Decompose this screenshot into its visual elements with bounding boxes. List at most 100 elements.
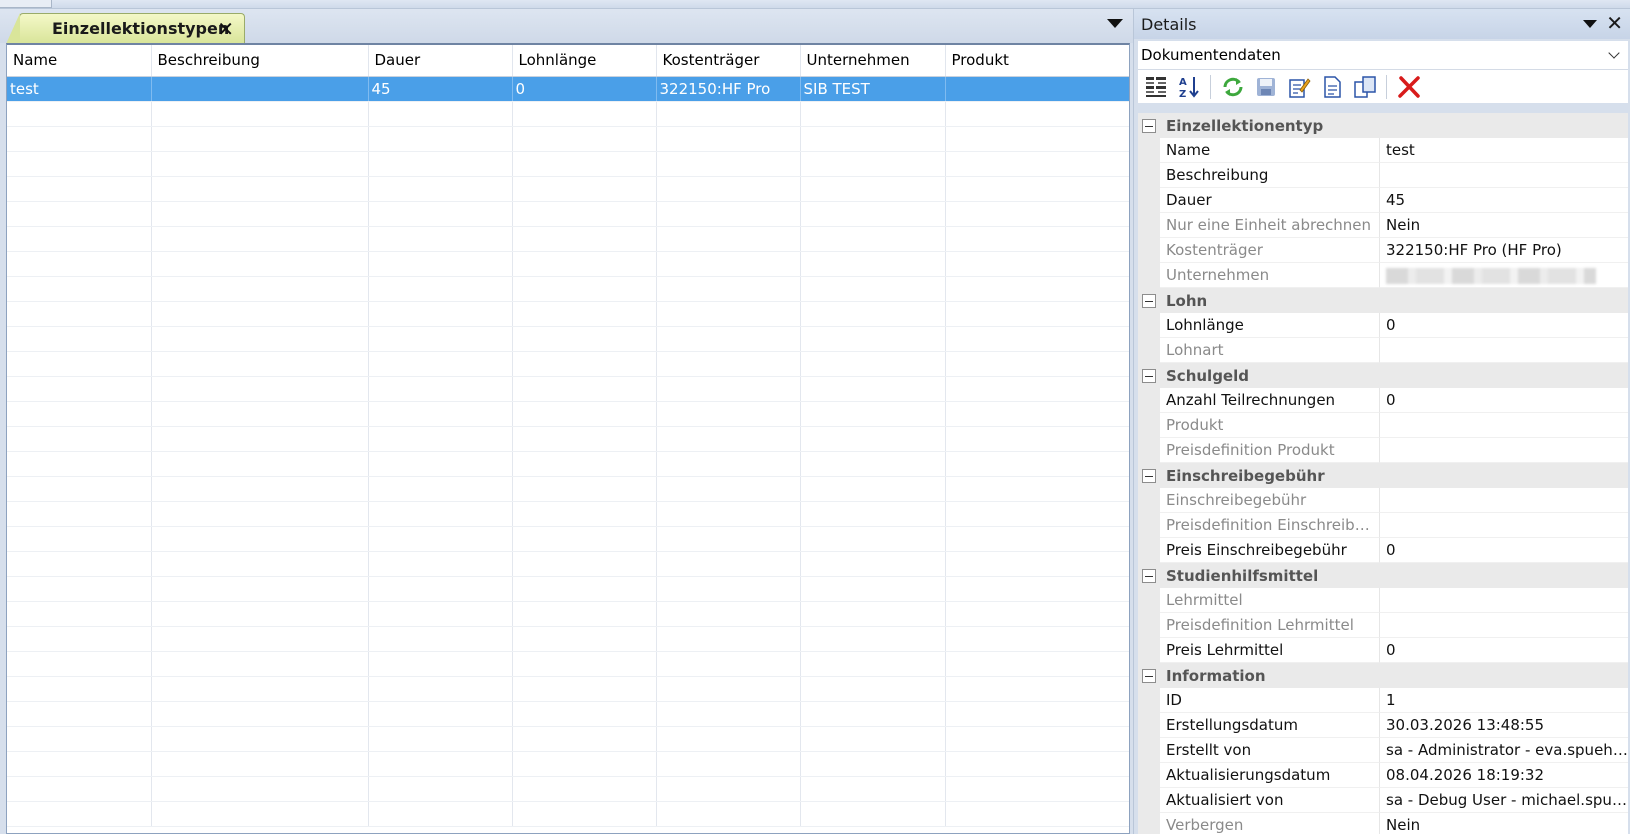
table-cell[interactable] [945, 76, 1129, 102]
table-cell[interactable]: 45 [368, 76, 513, 102]
property-category[interactable]: Einschreibegebühr [1138, 463, 1628, 488]
property-value[interactable]: 45 [1380, 188, 1628, 213]
table-row[interactable]: test 45 0 322150:HF Pro SIB TEST [7, 76, 1129, 102]
column-header[interactable]: Lohnlänge [512, 45, 657, 77]
sort-alpha-icon[interactable]: AZ [1175, 73, 1202, 100]
empty-row [7, 651, 1129, 677]
property-row[interactable]: Dauer 45 [1138, 188, 1628, 213]
property-value[interactable]: 0 [1380, 313, 1628, 338]
collapse-icon[interactable] [1142, 368, 1156, 383]
empty-row [7, 176, 1129, 202]
delete-icon[interactable] [1395, 73, 1422, 100]
tab-list-dropdown-icon[interactable] [1107, 19, 1123, 28]
empty-row [7, 626, 1129, 652]
empty-row [7, 801, 1129, 827]
chevron-down-icon [1608, 47, 1620, 59]
panel-close-icon[interactable]: ✕ [1606, 11, 1623, 35]
property-row[interactable]: Erstellungsdatum 30.03.2026 13:48:55 [1138, 713, 1628, 738]
property-row[interactable]: Aktualisierungsdatum 08.04.2026 18:19:32 [1138, 763, 1628, 788]
collapse-icon[interactable] [1142, 668, 1156, 683]
tab-einzellektionstypen[interactable]: Einzellektionstypen ✕ [6, 13, 245, 44]
property-value[interactable]: sa - Administrator - eva.spuehler [1380, 738, 1628, 763]
property-row[interactable]: Produkt [1138, 413, 1628, 438]
property-row[interactable]: Aktualisiert von sa - Debug User - michae… [1138, 788, 1628, 813]
edit-icon[interactable] [1285, 73, 1312, 100]
refresh-icon[interactable] [1219, 73, 1246, 100]
column-header[interactable]: Kostenträger [656, 45, 801, 77]
view-select-value: Dokumentendaten [1141, 46, 1281, 64]
property-row[interactable]: Preisdefinition Einschreibgeb... [1138, 513, 1628, 538]
view-select[interactable]: Dokumentendaten [1138, 41, 1628, 70]
property-row[interactable]: Einschreibegebühr [1138, 488, 1628, 513]
property-category[interactable]: Studienhilfsmittel [1138, 563, 1628, 588]
empty-row [7, 476, 1129, 502]
property-category[interactable]: Information [1138, 663, 1628, 688]
collapse-icon[interactable] [1142, 568, 1156, 583]
empty-row [7, 676, 1129, 702]
property-row[interactable]: Preis Einschreibegebühr 0 [1138, 538, 1628, 563]
property-name: Preisdefinition Lehrmittel [1160, 613, 1380, 638]
property-value[interactable]: sa - Debug User - michael.spueh... [1380, 788, 1628, 813]
property-category[interactable]: Einzellektionentyp [1138, 113, 1628, 138]
property-row[interactable]: Kostenträger 322150:HF Pro (HF Pro) [1138, 238, 1628, 263]
table-cell[interactable]: 0 [512, 76, 657, 102]
table-cell[interactable]: SIB TEST [800, 76, 946, 102]
property-value[interactable]: test [1380, 138, 1628, 163]
details-title: Details [1141, 14, 1197, 34]
property-row[interactable]: Erstellt von sa - Administrator - eva.spu… [1138, 738, 1628, 763]
records-grid[interactable]: Name Beschreibung Dauer Lohnlänge Kostenträg… [6, 43, 1130, 834]
property-category[interactable]: Lohn [1138, 288, 1628, 313]
column-header[interactable]: Name [7, 45, 152, 77]
category-label: Information [1166, 666, 1266, 685]
property-value[interactable]: 0 [1380, 388, 1628, 413]
copy-icon[interactable] [1351, 73, 1378, 100]
property-row[interactable]: Lohnart [1138, 338, 1628, 363]
collapse-icon[interactable] [1142, 293, 1156, 308]
property-value[interactable]: 30.03.2026 13:48:55 [1380, 713, 1628, 738]
property-name: Unternehmen [1160, 263, 1380, 288]
property-row[interactable]: ID 1 [1138, 688, 1628, 713]
collapse-icon[interactable] [1142, 468, 1156, 483]
property-category[interactable]: Schulgeld [1138, 363, 1628, 388]
column-header[interactable]: Beschreibung [151, 45, 369, 77]
property-value [1380, 613, 1628, 638]
collapse-icon[interactable] [1142, 118, 1156, 133]
property-value[interactable]: 0 [1380, 538, 1628, 563]
property-value[interactable]: 0 [1380, 638, 1628, 663]
property-row[interactable]: Preisdefinition Produkt [1138, 438, 1628, 463]
property-value[interactable]: 08.04.2026 18:19:32 [1380, 763, 1628, 788]
panel-menu-dropdown-icon[interactable] [1583, 20, 1597, 28]
column-header[interactable]: Produkt [945, 45, 1129, 77]
property-row[interactable]: Anzahl Teilrechnungen 0 [1138, 388, 1628, 413]
details-toolbar: AZ [1138, 70, 1628, 103]
property-name: Kostenträger [1160, 238, 1380, 263]
save-icon[interactable] [1252, 73, 1279, 100]
property-row[interactable]: Unternehmen [1138, 263, 1628, 288]
property-row[interactable]: Lehrmittel [1138, 588, 1628, 613]
table-cell[interactable] [151, 76, 369, 102]
records-table: Name Beschreibung Dauer Lohnlänge Kostenträg… [7, 45, 1129, 827]
property-row[interactable]: Nur eine Einheit abrechnen Nein [1138, 213, 1628, 238]
empty-row [7, 451, 1129, 477]
property-row[interactable]: Lohnlänge 0 [1138, 313, 1628, 338]
empty-row [7, 151, 1129, 177]
empty-row [7, 226, 1129, 252]
grid-body: test 45 0 322150:HF Pro SIB TEST [7, 76, 1129, 827]
property-name: Beschreibung [1160, 163, 1380, 188]
empty-row [7, 501, 1129, 527]
empty-row [7, 276, 1129, 302]
categorized-icon[interactable] [1142, 73, 1169, 100]
new-document-icon[interactable] [1318, 73, 1345, 100]
column-header[interactable]: Unternehmen [800, 45, 946, 77]
property-row[interactable]: Verbergen Nein [1138, 813, 1628, 834]
tab-close-icon[interactable]: ✕ [217, 17, 234, 41]
property-row[interactable]: Preis Lehrmittel 0 [1138, 638, 1628, 663]
property-row[interactable]: Beschreibung [1138, 163, 1628, 188]
property-value[interactable] [1380, 163, 1628, 188]
table-cell[interactable]: 322150:HF Pro [656, 76, 801, 102]
column-header[interactable]: Dauer [368, 45, 513, 77]
property-value[interactable]: 1 [1380, 688, 1628, 713]
property-row[interactable]: Preisdefinition Lehrmittel [1138, 613, 1628, 638]
table-cell[interactable]: test [7, 76, 152, 102]
property-row[interactable]: Name test [1138, 138, 1628, 163]
